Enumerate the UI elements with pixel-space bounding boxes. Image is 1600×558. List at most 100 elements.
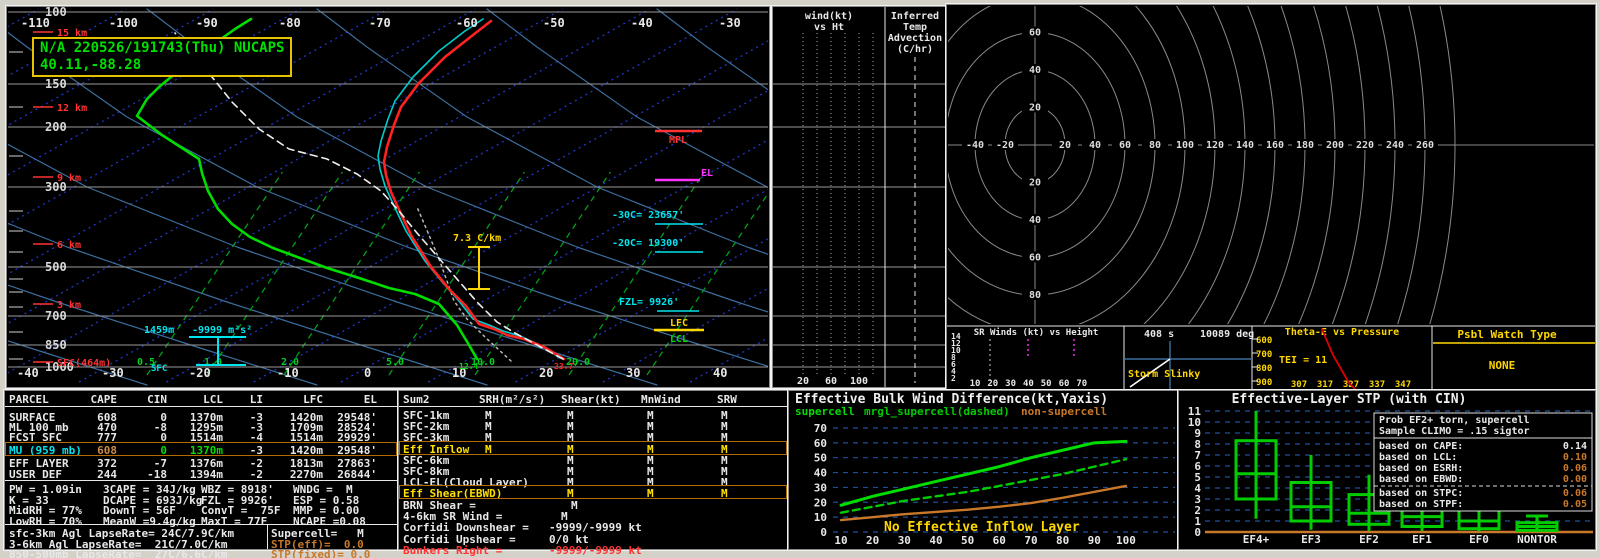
ebwd-legend-item: non-supercell [1021, 405, 1107, 418]
hodograph-panel[interactable]: 20 40 60 80 100 120 140 160 180 200 220 240 260 -20 -4… [946, 4, 1596, 390]
top-temp-label: -60 [456, 16, 478, 30]
hodograph-ring-label: -20 [996, 140, 1014, 151]
ebwd-chart-panel[interactable]: Effective Bulk Wind Difference(kt,Yaxis)… [788, 390, 1178, 550]
hodograph-ring-label: 60 [1029, 28, 1041, 39]
col-header: Shear(kt) [561, 393, 621, 406]
stp-category-label: EF2 [1359, 533, 1379, 546]
info-value: MaxT = 77F [201, 514, 268, 528]
sr-winds-x-label: 70 [1076, 379, 1087, 389]
isotherm-line [340, 139, 768, 383]
hodograph-ring-label: 80 [1029, 290, 1041, 301]
ebwd-x-label: 70 [1024, 534, 1037, 547]
shear-table-panel[interactable]: Sum2 SRH(m²/s²) Shear(kt) MnWind SRW SFC-1km M… [398, 390, 788, 557]
col-header: CAPE [90, 393, 118, 406]
hodograph-ring-label: 20 [1059, 140, 1071, 151]
el-value: 29548' [337, 444, 377, 457]
stp-prob-value: 0.05 [1563, 499, 1587, 510]
watch-type-title: Psbl Watch Type [1457, 328, 1557, 341]
stp-prob-value: 0.14 [1563, 441, 1587, 452]
ebwd-series-supercell [839, 439, 1128, 507]
top-temp-label: -30 [719, 16, 741, 30]
stp-info-box: Prob EF2+ torn, supercellSample CLIMO = … [1373, 412, 1593, 512]
ebwd-series-mrgl_supercell [839, 457, 1128, 514]
theta-e-title: Theta-E vs Pressure [1285, 327, 1399, 338]
top-temp-label: -40 [631, 16, 653, 30]
wind-vs-height-panel[interactable]: wind(kt) vs Ht 20 60 100 Inferred Temp Advectio… [772, 6, 946, 388]
hodograph-ring [1263, 6, 1306, 324]
hodograph-ring-label: 20 [1029, 103, 1041, 114]
inset-panel-strip: SR Winds (kt) vs Height141210864210 20 30 4… [947, 325, 1595, 389]
el-label: EL [701, 168, 713, 179]
top-temp-label: -100 [109, 16, 138, 30]
stp-category-label: EF0 [1469, 533, 1489, 546]
hodograph-ring-label: 160 [1266, 140, 1284, 151]
ebwd-y-label: 50 [814, 452, 827, 465]
slinky-time: 408 s [1144, 329, 1174, 340]
skewt-panel[interactable]: 100 150 200 300 500 700 850 1000 15 km 12 km 9 km 6… [6, 6, 770, 388]
stp-title: Effective-Layer STP (with CIN) [1232, 392, 1467, 407]
lcl-value: 1370m [189, 444, 223, 457]
parcel-name: FCST SFC [9, 431, 62, 444]
col-header: Sum2 [403, 393, 430, 406]
col-header: PARCEL [9, 393, 49, 406]
stp-prob-value: 0.06 [1563, 463, 1587, 474]
hodograph-ring [1397, 6, 1426, 324]
lfc-label: LFC [670, 318, 688, 329]
advection-title: (C/hr) [897, 44, 933, 55]
bottom-temp-label: 20 [539, 366, 553, 380]
hodograph-ring [1364, 6, 1396, 324]
table-row: SFC-3km M M M M [399, 431, 787, 444]
stp-prob-value: 0.06 [1563, 488, 1587, 499]
table-row: USER DEF 244 -18 1394m -2 2270m 26844' [5, 468, 397, 481]
stp-prob-label: based on LCL: [1379, 452, 1457, 463]
hodograph-ring-label: 40 [1089, 140, 1101, 151]
ebwd-legend-item: supercell [795, 405, 855, 418]
info-value: MeanW =9.4g/kg [103, 514, 196, 528]
surface-dewpoint-label: 12.4 [459, 362, 478, 371]
ebwd-x-label: 10 [834, 534, 847, 547]
ebwd-legend-item: mrgl_supercell(dashed) [864, 405, 1010, 418]
stp-chart: Effective-Layer STP (with CIN)0123456789… [1188, 392, 1593, 546]
table-row: Bunkers Right = -9999/-9999 kt [399, 543, 787, 557]
lfc-value: 1420m [289, 444, 323, 457]
height-label: 9 km [57, 173, 81, 184]
hodograph-ring-label: 140 [1236, 140, 1254, 151]
hodograph-rings: 20 40 60 80 100 120 140 160 180 200 220 240 260 -20 -4… [948, 6, 1594, 324]
top-temp-label: -110 [21, 16, 50, 30]
ebwd-annotation: No Effective Inflow Layer [884, 520, 1080, 535]
param-label: Bunkers Right = [403, 543, 503, 557]
theta-e-y-label: 800 [1256, 364, 1272, 374]
ebwd-x-label: 40 [929, 534, 942, 547]
ebwd-x-label: 20 [866, 534, 879, 547]
slinky-label: Storm Slinky [1128, 368, 1200, 380]
hodograph-ring-label: 260 [1416, 140, 1434, 151]
bottom-temp-label: -40 [17, 366, 39, 380]
table-row: Sum2 SRH(m²/s²) Shear(kt) MnWind SRW [399, 393, 787, 406]
ebwd-y-label: 20 [814, 496, 827, 509]
sr-winds-y-label: 2 [951, 374, 956, 383]
hodograph-ring [1187, 6, 1246, 324]
sr-winds-x-label: 50 [1041, 379, 1052, 389]
table-row: SFC-1km M M M M [399, 409, 787, 422]
parcel-table-panel[interactable]: PARCEL CAPE CIN LCL LI LFC EL SURFACE 608 0 1370m -… [4, 390, 398, 558]
hodograph-ring-label: 80 [1149, 140, 1161, 151]
stp-y-label: 11 [1188, 405, 1202, 418]
el-value: 29929' [337, 431, 377, 444]
lapse-rate-label: 7.3 C/km [453, 233, 501, 244]
top-temp-label: -80 [279, 16, 301, 30]
table-row: LCL-EL(Cloud Layer) M M M [399, 476, 787, 489]
stp-prob-label: based on CAPE: [1379, 441, 1463, 452]
table-row: Corfidi Downshear = -9999/-9999 kt [399, 521, 787, 534]
iso-height-label: -30C= 23657' [612, 210, 684, 221]
table-row: SFC-8km M M M [399, 465, 787, 478]
info-value: NCAPE =0.08 [293, 514, 366, 528]
lcl-value: 1514m [189, 431, 223, 444]
stp-prob-value: 0.10 [1563, 452, 1587, 463]
cape-value: 777 [97, 431, 117, 444]
stp-chart-panel[interactable]: Effective-Layer STP (with CIN) 0 1 2 3 4 5 6 7 8 9… [1178, 390, 1596, 550]
mixing-ratio-label: 2.0 [281, 357, 299, 368]
hodograph-plot: 20 40 60 80 100 120 140 160 180 200 220 240 260 -20 -4… [948, 6, 1594, 324]
sounding-title-box: N/A 220526/191743(Thu) NUCAPS 40.11,-88.… [32, 37, 293, 77]
theta-e-x-label: 307 [1291, 380, 1307, 389]
col-header: EL [363, 393, 377, 406]
